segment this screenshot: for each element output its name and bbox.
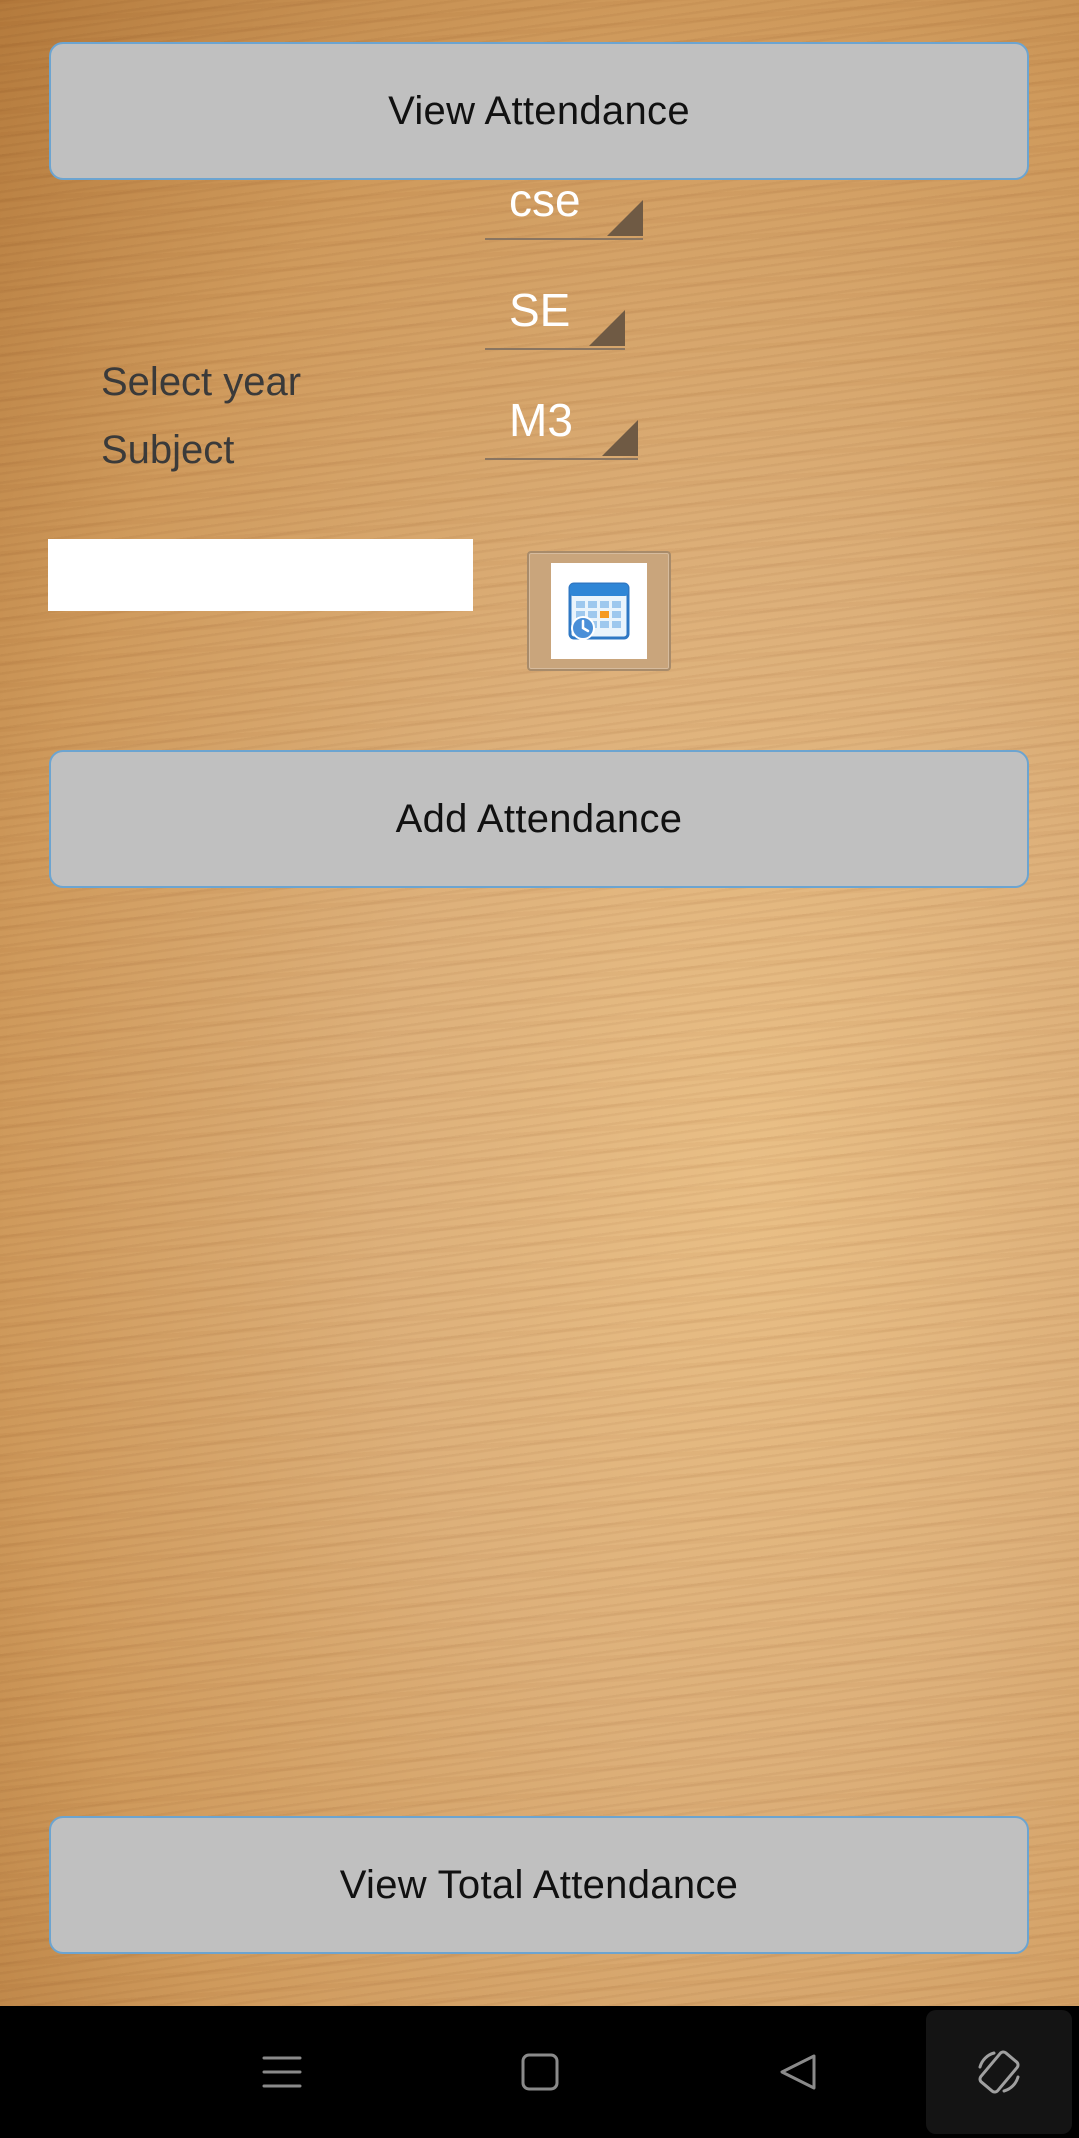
- dropdown-triangle-icon: [607, 200, 643, 236]
- branch-spinner[interactable]: cse: [485, 170, 643, 240]
- calendar-button[interactable]: [527, 551, 671, 671]
- dropdown-triangle-icon: [589, 310, 625, 346]
- back-triangle-icon[interactable]: [748, 2006, 848, 2138]
- branch-spinner-value: cse: [509, 174, 581, 226]
- select-year-label: Select year: [101, 360, 302, 404]
- home-square-icon[interactable]: [490, 2006, 590, 2138]
- subject-spinner[interactable]: M3: [485, 390, 638, 460]
- year-spinner-value: SE: [509, 284, 571, 336]
- add-attendance-button[interactable]: Add Attendance: [49, 750, 1029, 888]
- year-spinner[interactable]: SE: [485, 280, 625, 350]
- date-input[interactable]: [48, 539, 473, 611]
- menu-icon[interactable]: [232, 2006, 332, 2138]
- calendar-icon: [551, 563, 647, 659]
- view-total-attendance-button[interactable]: View Total Attendance: [49, 1816, 1029, 1954]
- system-navigation-bar: [0, 2006, 1079, 2138]
- subject-label: Subject: [101, 428, 235, 472]
- attendance-screen: View Attendance cse SE Select year Subje…: [0, 0, 1079, 2138]
- rotate-screen-icon[interactable]: [926, 2010, 1072, 2134]
- dropdown-triangle-icon: [602, 420, 638, 456]
- view-attendance-button[interactable]: View Attendance: [49, 42, 1029, 180]
- subject-spinner-value: M3: [509, 394, 573, 446]
